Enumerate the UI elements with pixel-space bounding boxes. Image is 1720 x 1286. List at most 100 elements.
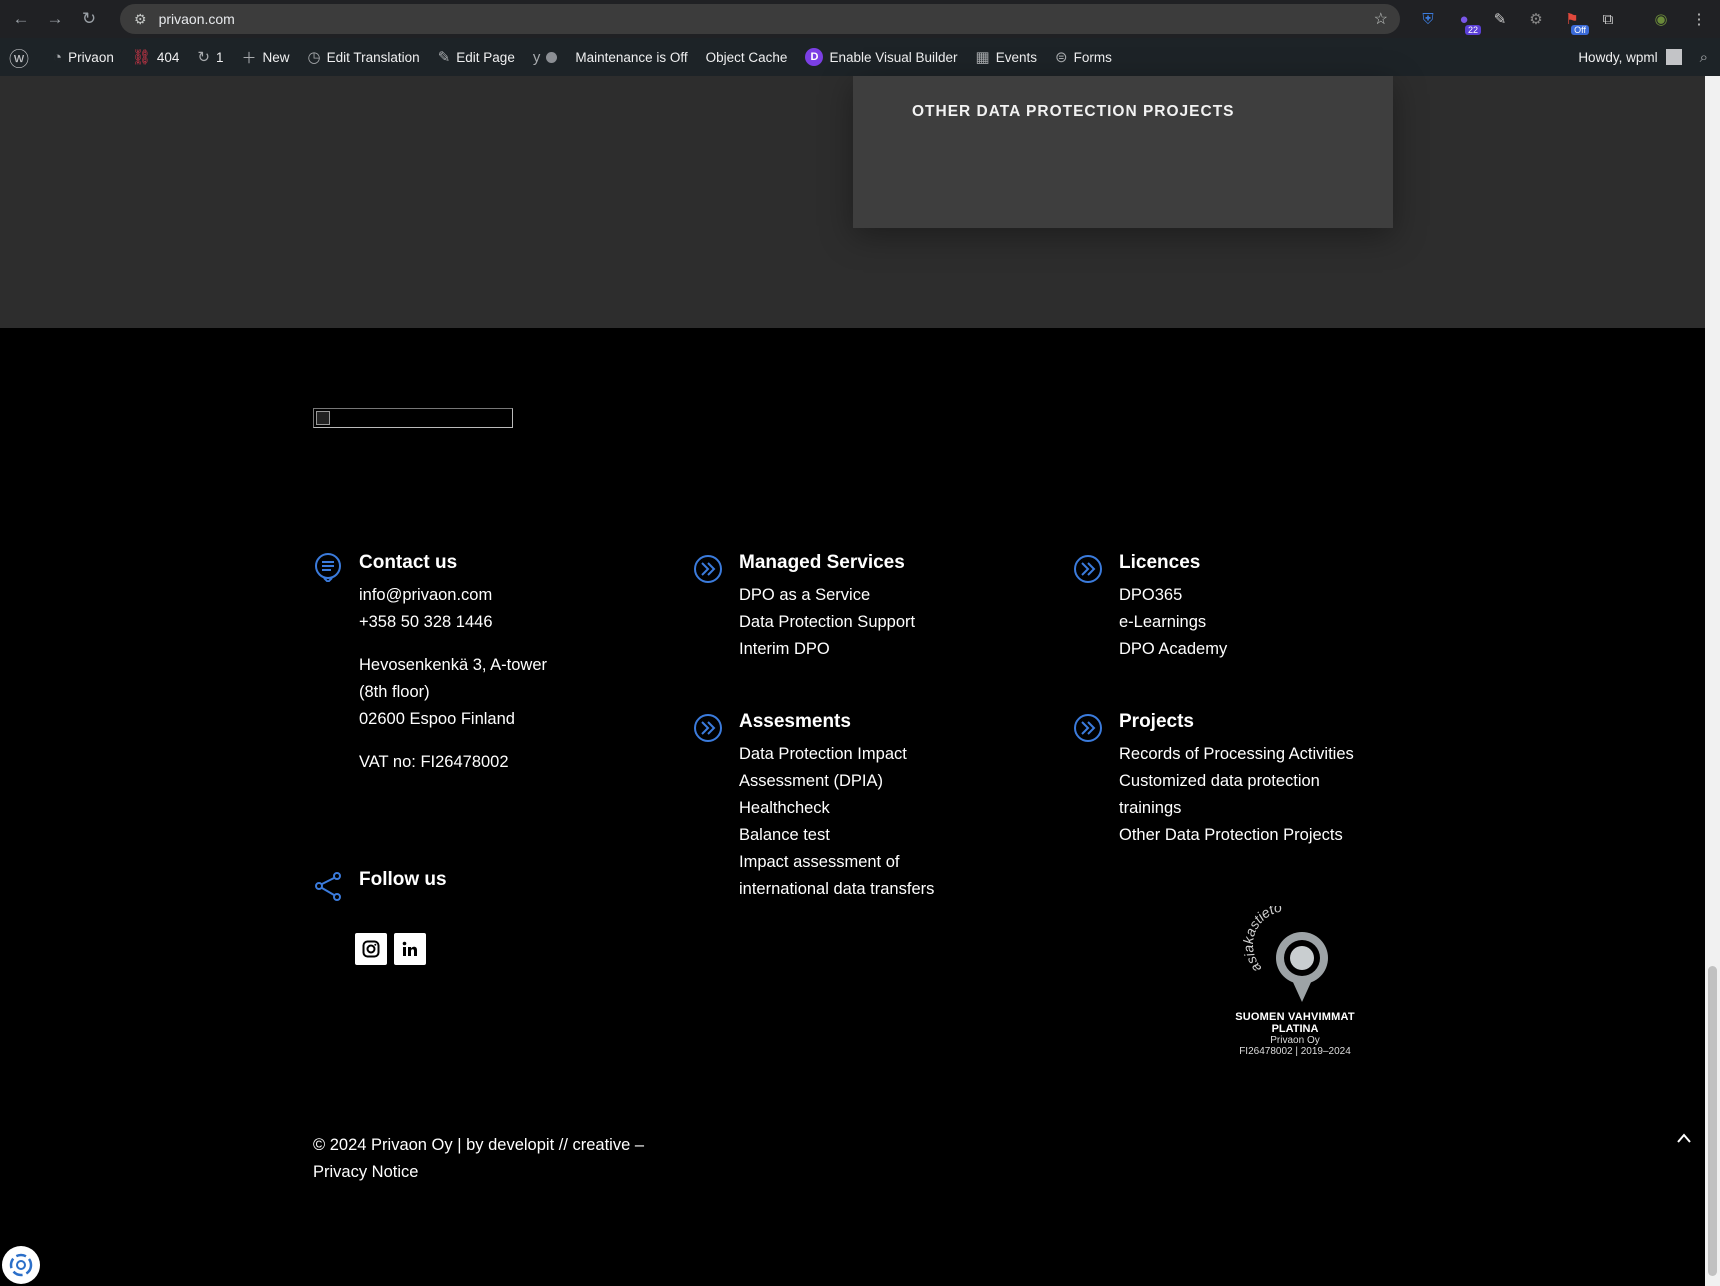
dashboard-icon: ◔	[53, 48, 63, 66]
browser-menu-icon[interactable]: ⋮	[1688, 8, 1710, 30]
privacy-notice-link[interactable]: Privacy Notice	[313, 1159, 644, 1186]
seo-status-dot-icon	[546, 51, 558, 63]
forms-icon: ⊜	[1055, 49, 1068, 66]
linkedin-icon	[402, 941, 417, 956]
link-interim-dpo[interactable]: Interim DPO	[739, 636, 915, 663]
wp-maintenance[interactable]: Maintenance is Off	[566, 38, 696, 76]
assessments-list: Data Protection Impact Assessment (DPIA)…	[739, 741, 934, 903]
chat-bubble-icon	[315, 553, 341, 582]
forward-arrow-icon[interactable]: →	[42, 6, 68, 32]
cookie-settings-icon	[9, 1253, 33, 1277]
extension-off-badge: Off	[1571, 25, 1589, 35]
profile-avatar-icon[interactable]: ◉	[1650, 8, 1672, 30]
extension-count-badge: 22	[1464, 25, 1481, 35]
wordpress-logo-icon[interactable]: ⓦ	[0, 38, 44, 76]
user-avatar[interactable]	[1665, 49, 1682, 65]
licences-list: DPO365 e-Learnings DPO Academy	[1119, 582, 1227, 663]
copyright-text[interactable]: © 2024 Privaon Oy | by developit // crea…	[313, 1132, 644, 1159]
link-dpo-as-a-service[interactable]: DPO as a Service	[739, 582, 915, 609]
wp-updates[interactable]: ↻ 1	[188, 38, 232, 76]
reload-icon[interactable]: ↻	[76, 6, 102, 32]
badge-line2: PLATINA	[1271, 1023, 1319, 1035]
pencil-icon: ✎	[437, 49, 451, 66]
follow-title: Follow us	[359, 869, 447, 890]
managed-services-list: DPO as a Service Data Protection Support…	[739, 582, 915, 663]
wp-edit-translation[interactable]: ◷ Edit Translation	[299, 38, 429, 76]
link-impact-assessment-line2[interactable]: international data transfers	[739, 876, 934, 903]
yoast-icon: y	[532, 48, 541, 66]
wp-new-content[interactable]: ＋ New	[233, 38, 299, 76]
link-balance-test[interactable]: Balance test	[739, 822, 934, 849]
double-chevron-right-icon	[1074, 555, 1102, 583]
gear-extension-icon[interactable]: ⚙	[1525, 8, 1547, 30]
shield-extension-icon[interactable]: ⛨	[1417, 8, 1439, 30]
extension-with-count-icon[interactable]: ● 22	[1453, 8, 1481, 35]
wp-forms[interactable]: ⊜ Forms	[1046, 38, 1121, 76]
wp-visual-builder[interactable]: D Enable Visual Builder	[796, 38, 966, 76]
search-icon[interactable]: ⌕	[1700, 49, 1708, 66]
browser-toolbar: ← → ↻ ⚙ privaon.com ☆ ⛨ ● 22 ✎ ⚙ ⚑ Off ⧉ ◉…	[0, 0, 1720, 38]
wp-yoast[interactable]: y	[524, 38, 567, 76]
link-impact-assessment-line1[interactable]: Impact assessment of	[739, 849, 934, 876]
flag-extension-icon[interactable]: ⚑ Off	[1561, 8, 1589, 35]
linkedin-button[interactable]	[394, 933, 426, 965]
badge-line4: FI26478002 | 2019–2024	[1239, 1046, 1351, 1057]
instagram-button[interactable]	[355, 933, 387, 965]
badge-line3: Privaon Oy	[1270, 1035, 1320, 1046]
contact-phone[interactable]: +358 50 328 1446	[359, 609, 547, 636]
pencil-extension-icon[interactable]: ✎	[1489, 8, 1511, 30]
page-scrollbar[interactable]	[1705, 76, 1720, 1286]
wp-events[interactable]: ▦ Events	[967, 38, 1046, 76]
address-bar[interactable]: ⚙ privaon.com ☆	[120, 4, 1400, 34]
updates-icon: ↻	[197, 49, 210, 66]
back-arrow-icon[interactable]: ←	[8, 6, 34, 32]
site-settings-icon[interactable]: ⚙	[134, 11, 147, 28]
link-dpo-academy[interactable]: DPO Academy	[1119, 636, 1227, 663]
share-icon	[315, 872, 341, 901]
instagram-icon	[362, 940, 380, 958]
wp-object-cache[interactable]: Object Cache	[697, 38, 797, 76]
divi-logo-icon: D	[805, 48, 824, 66]
projects-title: Projects	[1119, 711, 1194, 732]
footer-logo-broken-image[interactable]	[313, 408, 513, 428]
wp-greeting[interactable]: Howdy, wpml	[1578, 50, 1657, 65]
translation-icon: ◷	[307, 49, 321, 66]
wp-edit-page[interactable]: ✎ Edit Page	[429, 38, 524, 76]
link-dpia-line2[interactable]: Assessment (DPIA)	[739, 768, 934, 795]
assessments-title: Assesments	[739, 711, 851, 732]
scrollbar-thumb[interactable]	[1708, 966, 1717, 1276]
plus-icon: ＋	[241, 49, 257, 67]
cookie-settings-button[interactable]	[2, 1246, 40, 1284]
contact-email[interactable]: info@privaon.com	[359, 582, 547, 609]
wp-admin-bar: ⓦ ◔ Privaon ⛓ 404 ↻ 1 ＋ New ◷ Edit Translatio…	[0, 38, 1720, 76]
puzzle-extensions-icon[interactable]: ⧉	[1597, 8, 1619, 30]
link-data-protection-support[interactable]: Data Protection Support	[739, 609, 915, 636]
wp-404-errors[interactable]: ⛓ 404	[123, 38, 189, 76]
site-footer: Contact us info@privaon.com +358 50 328 …	[0, 328, 1705, 1286]
contact-address-line2: (8th floor)	[359, 683, 430, 701]
contact-title: Contact us	[359, 552, 458, 573]
link-records-of-processing[interactable]: Records of Processing Activities	[1119, 741, 1354, 768]
link-customized-trainings-line1[interactable]: Customized data protection	[1119, 768, 1354, 795]
link-healthcheck[interactable]: Healthcheck	[739, 795, 934, 822]
contact-vat: VAT no: FI26478002	[359, 753, 509, 771]
link-customized-trainings-line2[interactable]: trainings	[1119, 795, 1354, 822]
wp-site-name[interactable]: ◔ Privaon	[44, 38, 123, 76]
link-e-learnings[interactable]: e-Learnings	[1119, 609, 1227, 636]
events-calendar-icon: ▦	[975, 49, 990, 66]
link-dpo365[interactable]: DPO365	[1119, 582, 1227, 609]
contact-address-line1: Hevosenkenkä 3, A-tower	[359, 656, 548, 674]
link-dpia-line1[interactable]: Data Protection Impact	[739, 741, 934, 768]
contact-address-line3: 02600 Espoo Finland	[359, 710, 515, 728]
bookmark-star-icon[interactable]: ☆	[1374, 9, 1388, 29]
project-card[interactable]: OTHER DATA PROTECTION PROJECTS	[853, 76, 1393, 228]
link-other-projects[interactable]: Other Data Protection Projects	[1119, 822, 1354, 849]
copyright: © 2024 Privaon Oy | by developit // crea…	[313, 1132, 644, 1186]
contact-details: info@privaon.com +358 50 328 1446 Hevose…	[359, 582, 547, 776]
strongest-in-finland-badge: asiakastieto SUOMEN VAHVIMMAT PLATINA Pr…	[1220, 898, 1370, 1057]
projects-section: OTHER DATA PROTECTION PROJECTS	[0, 76, 1705, 328]
back-to-top-chevron-icon[interactable]	[1676, 1128, 1692, 1149]
double-chevron-right-icon	[1074, 714, 1102, 742]
address-url: privaon.com	[158, 11, 235, 27]
double-chevron-right-icon	[694, 714, 722, 742]
